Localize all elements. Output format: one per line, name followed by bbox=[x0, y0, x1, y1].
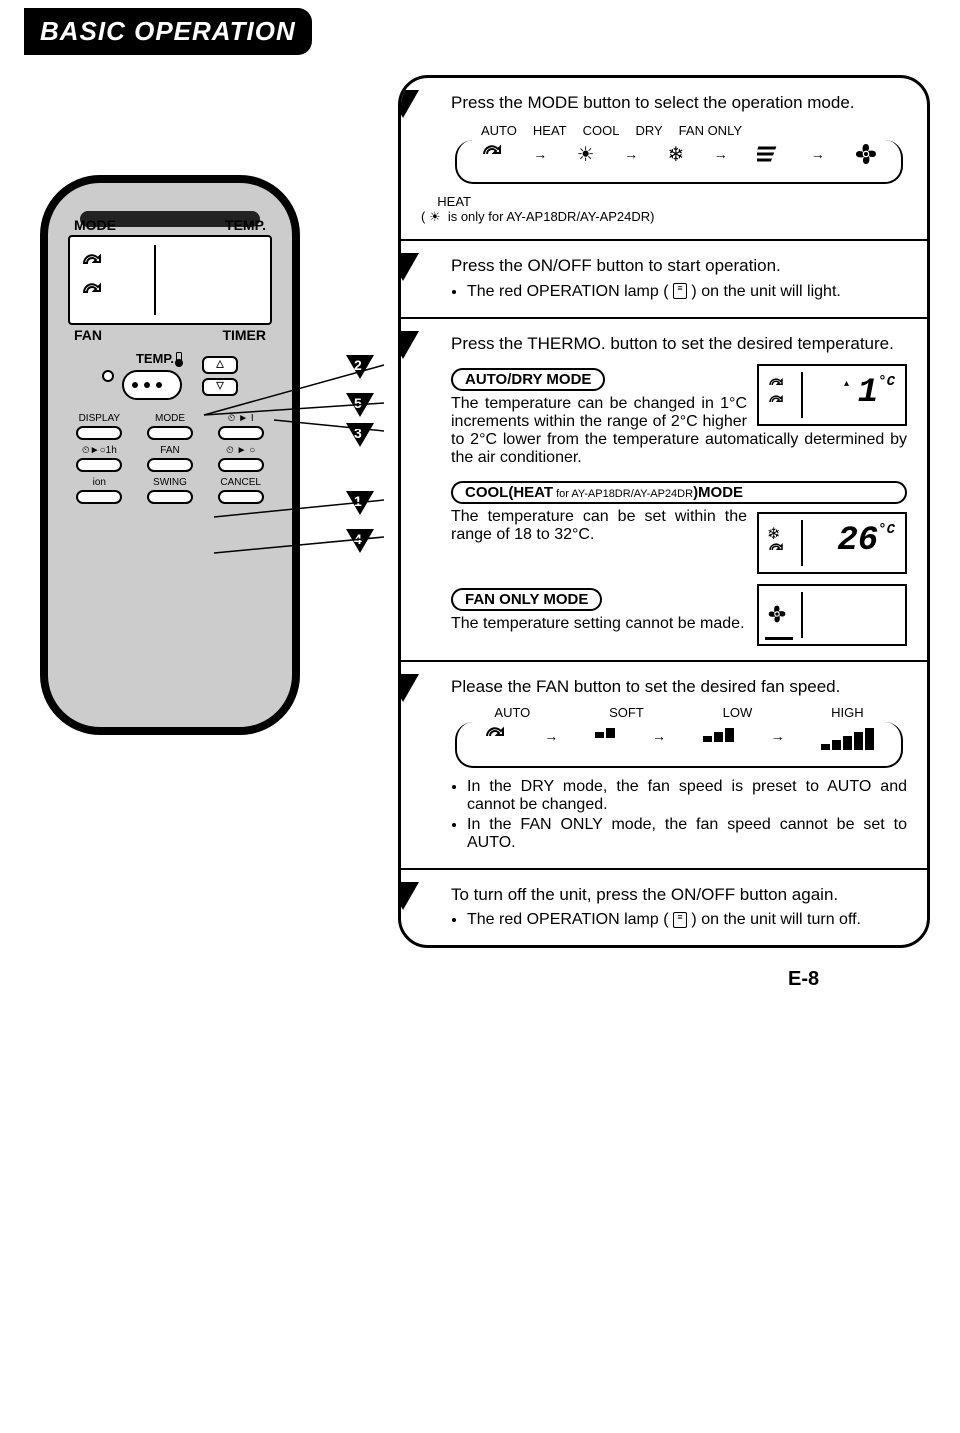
auto-icon bbox=[767, 541, 785, 564]
remote-button-grid: DISPLAY MODE ⏲ ► I ⏲►○1h FAN ⏲ ► ○ ion S… bbox=[68, 414, 272, 504]
step-2-text: Press the ON/OFF button to start operati… bbox=[451, 255, 907, 276]
fan-high-icon bbox=[821, 722, 874, 750]
fan-only-mode-tag: FAN ONLY MODE bbox=[451, 588, 602, 611]
display-button[interactable] bbox=[76, 426, 122, 440]
mode-label-auto: AUTO bbox=[481, 123, 517, 138]
lcd-label-timer: TIMER bbox=[222, 327, 266, 343]
thermometer-icon bbox=[176, 352, 182, 366]
step-2-bullet: The red OPERATION lamp ( ≡ ) on the unit… bbox=[467, 283, 907, 301]
steps-panel: 1 Press the MODE button to select the op… bbox=[398, 75, 930, 948]
lcd-label-temp: TEMP. bbox=[225, 217, 266, 233]
fan-bar-icon bbox=[765, 637, 793, 640]
mode-label-dry: DRY bbox=[635, 123, 662, 138]
mode-cycle-diagram: → ☀ → ❄ → → bbox=[455, 140, 903, 184]
temp-up-button[interactable]: ▵ bbox=[202, 356, 238, 374]
cool-heat-mode-tag: COOL(HEAT for AY-AP18DR/AY-AP24DR)MODE bbox=[451, 481, 907, 504]
timer-on-button[interactable] bbox=[218, 426, 264, 440]
heat-icon: ☀ bbox=[577, 140, 595, 167]
ion-button-label: ion bbox=[68, 478, 131, 488]
fan-button-label: FAN bbox=[139, 446, 202, 456]
step-4: 4 Please the FAN button to set the desir… bbox=[401, 662, 927, 870]
operation-lamp-icon: ≡ bbox=[673, 283, 687, 299]
transmit-led-icon bbox=[102, 370, 114, 382]
fan-only-lcd bbox=[757, 584, 907, 646]
mode-button-label: MODE bbox=[139, 414, 202, 424]
page-title: BASIC OPERATION bbox=[40, 16, 296, 47]
temp-label: TEMP. bbox=[136, 351, 182, 366]
cancel-button[interactable] bbox=[218, 490, 264, 504]
fan-soft-icon bbox=[595, 722, 615, 738]
step-3-text: Press the THERMO. button to set the desi… bbox=[451, 333, 907, 354]
fan-icon bbox=[767, 604, 787, 629]
onoff-button[interactable] bbox=[122, 370, 182, 400]
up-arrow-icon: ▴ bbox=[844, 378, 849, 389]
lcd-label-mode: MODE bbox=[74, 217, 116, 233]
mode-label-fanonly: FAN ONLY bbox=[679, 123, 742, 138]
callout-pointers: 2 5 3 1 4 bbox=[334, 75, 394, 1011]
lcd-label-fan: FAN bbox=[74, 327, 102, 343]
auto-icon bbox=[80, 251, 104, 280]
callout-5: 5 bbox=[346, 393, 374, 417]
callout-1: 1 bbox=[346, 491, 374, 515]
step-4-text: Please the FAN button to set the desired… bbox=[451, 676, 907, 697]
timer-off-button[interactable] bbox=[218, 458, 264, 472]
page-header: BASIC OPERATION bbox=[24, 8, 312, 55]
fan-label-high: HIGH bbox=[831, 705, 864, 720]
remote-control-diagram: MODE TEMP. bbox=[40, 75, 330, 1011]
callout-2: 2 bbox=[346, 355, 374, 379]
timer-off-button-label: ⏲ ► ○ bbox=[209, 446, 272, 456]
cancel-button-label: CANCEL bbox=[209, 478, 272, 488]
step-5-text: To turn off the unit, press the ON/OFF b… bbox=[451, 884, 907, 905]
auto-icon bbox=[767, 393, 785, 416]
step-4-bullet-1: In the DRY mode, the fan speed is preset… bbox=[467, 778, 907, 814]
swing-button-label: SWING bbox=[139, 478, 202, 488]
step-3: 3 Press the THERMO. button to set the de… bbox=[401, 319, 927, 662]
mode-button[interactable] bbox=[147, 426, 193, 440]
swing-button[interactable] bbox=[147, 490, 193, 504]
step-4-bullet-2: In the FAN ONLY mode, the fan speed cann… bbox=[467, 816, 907, 852]
fan-cycle-diagram: → → → bbox=[455, 722, 903, 768]
callout-4: 4 bbox=[346, 529, 374, 553]
auto-icon bbox=[480, 140, 504, 166]
auto-dry-mode-tag: AUTO/DRY MODE bbox=[451, 368, 605, 391]
operation-lamp-icon: ≡ bbox=[673, 912, 687, 928]
callout-3: 3 bbox=[346, 423, 374, 447]
remote-lcd bbox=[68, 235, 272, 325]
step-5: 5 To turn off the unit, press the ON/OFF… bbox=[401, 870, 927, 945]
step-1: 1 Press the MODE button to select the op… bbox=[401, 78, 927, 241]
onehour-button[interactable] bbox=[76, 458, 122, 472]
ion-button[interactable] bbox=[76, 490, 122, 504]
cool-icon: ❄ bbox=[668, 140, 685, 167]
timer-on-button-label: ⏲ ► I bbox=[209, 414, 272, 424]
fan-label-auto: AUTO bbox=[494, 705, 530, 720]
fan-button[interactable] bbox=[147, 458, 193, 472]
auto-dry-lcd: ▴ 1°C bbox=[757, 364, 907, 426]
fan-label-low: LOW bbox=[723, 705, 753, 720]
dry-icon bbox=[757, 140, 781, 166]
step-5-bullet: The red OPERATION lamp ( ≡ ) on the unit… bbox=[467, 911, 907, 929]
step-2: 2 Press the ON/OFF button to start opera… bbox=[401, 241, 927, 318]
onehour-button-label: ⏲►○1h bbox=[68, 446, 131, 456]
fan-label-soft: SOFT bbox=[609, 705, 644, 720]
mode-label-cool: COOL bbox=[583, 123, 620, 138]
cool-heat-lcd: ❄ 26°C bbox=[757, 512, 907, 574]
fan-icon bbox=[854, 140, 878, 166]
auto-icon bbox=[483, 722, 507, 748]
temp-down-button[interactable]: ▿ bbox=[202, 378, 238, 396]
page-number: E-8 bbox=[788, 968, 930, 991]
auto-icon bbox=[80, 280, 104, 309]
step-1-text: Press the MODE button to select the oper… bbox=[451, 92, 907, 113]
mode-label-heat: HEAT bbox=[533, 123, 567, 138]
display-button-label: DISPLAY bbox=[68, 414, 131, 424]
fan-low-icon bbox=[703, 722, 734, 742]
heat-note: HEAT ( ☀ is only for AY-AP18DR/AY-AP24DR… bbox=[421, 194, 907, 225]
